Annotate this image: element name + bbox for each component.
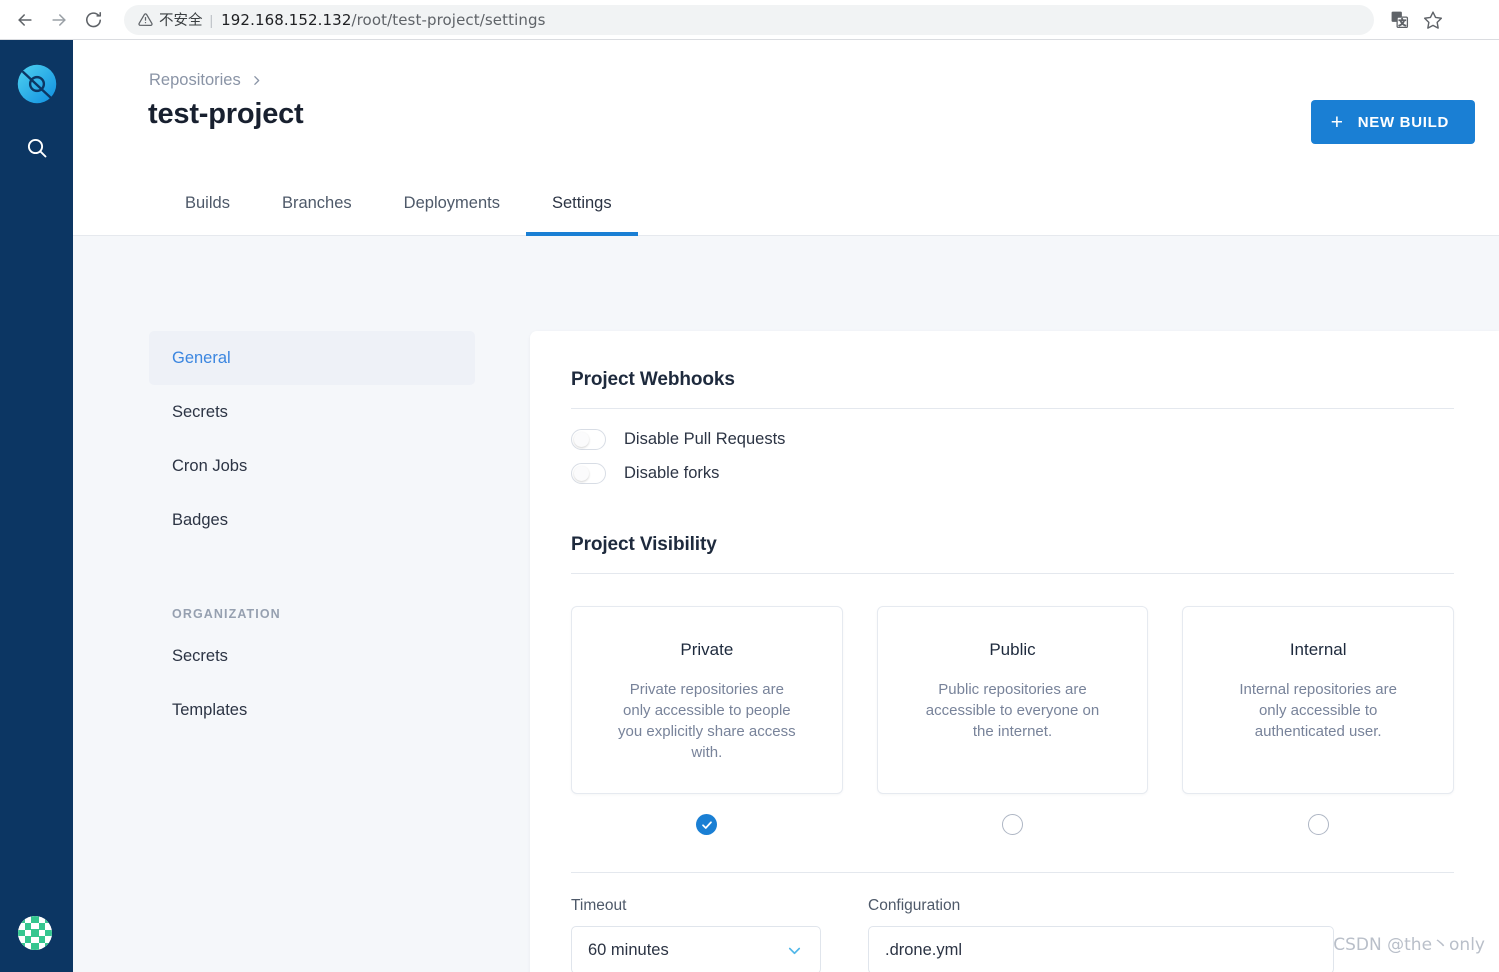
svg-text:文: 文 (1398, 18, 1405, 27)
plus-icon: + (1330, 110, 1344, 134)
reload-button[interactable] (76, 3, 110, 37)
timeout-label: Timeout (571, 897, 627, 914)
visibility-card-public-description: Public repositories are accessible to ev… (925, 681, 1100, 740)
settings-sidebar: General Secrets Cron Jobs Badges ORGANIZ… (149, 331, 475, 737)
timeout-select[interactable]: 60 minutes (571, 926, 821, 972)
address-bar[interactable]: 不安全 | 192.168.152.132/root/test-project/… (124, 4, 1374, 35)
drone-logo[interactable] (15, 62, 59, 106)
sidebar-item-general[interactable]: General (149, 331, 475, 385)
tab-deployments-label: Deployments (403, 194, 500, 212)
omnibox-separator: | (209, 11, 214, 28)
configuration-input-value: .drone.yml (885, 940, 963, 959)
chevron-down-icon (785, 941, 804, 960)
sidebar-item-secrets[interactable]: Secrets (149, 385, 475, 439)
url-host: 192.168.152.132 (221, 10, 352, 29)
forward-arrow-icon (52, 13, 66, 26)
new-build-label: NEW BUILD (1357, 113, 1449, 131)
radio-internal[interactable] (1307, 814, 1329, 835)
forward-button[interactable] (42, 3, 76, 37)
visibility-card-internal[interactable]: Internal Internal repositories are only … (1182, 606, 1455, 794)
repo-tabs: Builds Branches Deployments Settings (73, 172, 1499, 236)
sidebar-item-secrets-label: Secrets (172, 402, 228, 421)
page-title: test-project (148, 98, 304, 130)
back-button[interactable] (8, 3, 42, 37)
visibility-card-internal-description: Internal repositories are only accessibl… (1239, 681, 1397, 740)
tab-branches-label: Branches (281, 194, 352, 212)
tab-settings[interactable]: Settings (525, 172, 638, 236)
tab-builds[interactable]: Builds (159, 172, 256, 235)
browser-actions: G 文 (1384, 5, 1458, 35)
tab-settings-label: Settings (551, 194, 612, 212)
sidebar-item-org-templates[interactable]: Templates (149, 683, 475, 737)
reload-icon (85, 11, 101, 28)
project-visibility-heading: Project Visibility (571, 534, 717, 555)
sidebar-item-cron-jobs-label: Cron Jobs (172, 456, 248, 475)
settings-panel: Project Webhooks Disable Pull Requests D… (530, 331, 1499, 972)
sidebar-item-general-label: General (172, 348, 231, 367)
sidebar-item-badges-label: Badges (172, 510, 228, 529)
app-left-rail (0, 40, 73, 972)
sidebar-item-org-templates-label: Templates (172, 700, 248, 719)
security-status-text: 不安全 (159, 13, 203, 29)
user-avatar[interactable] (18, 916, 52, 950)
app-header: Repositories test-project + NEW BUILD (73, 40, 1499, 172)
visibility-radio-cell-private (571, 814, 843, 835)
sidebar-section-organization: ORGANIZATION (172, 607, 281, 621)
toggle-knob (574, 466, 589, 481)
breadcrumb: Repositories (149, 71, 263, 90)
not-secure-warning-icon (138, 12, 153, 27)
toggle-disable-forks-label: Disable forks (624, 464, 720, 482)
visibility-card-public[interactable]: Public Public repositories are accessibl… (876, 606, 1149, 794)
breadcrumb-repositories-link[interactable]: Repositories (149, 71, 241, 90)
toggle-disable-forks-switch[interactable] (571, 463, 606, 484)
tab-builds-label: Builds (185, 194, 230, 212)
visibility-radio-cell-internal (1182, 814, 1454, 835)
webhooks-divider (571, 408, 1454, 409)
search-icon[interactable] (23, 134, 51, 162)
new-build-button[interactable]: + NEW BUILD (1310, 100, 1475, 144)
visibility-radio-cell-public (877, 814, 1149, 835)
toggle-disable-pull-requests-switch[interactable] (571, 429, 606, 450)
visibility-card-private[interactable]: Private Private repositories are only ac… (571, 606, 843, 794)
browser-toolbar: 不安全 | 192.168.152.132/root/test-project/… (0, 0, 1499, 40)
sidebar-item-badges[interactable]: Badges (149, 493, 475, 547)
settings-content: General Secrets Cron Jobs Badges ORGANIZ… (73, 236, 1499, 972)
timeout-selected-value: 60 minutes (588, 940, 669, 959)
toggle-disable-forks[interactable]: Disable forks (571, 463, 1454, 484)
chevron-right-icon (250, 74, 263, 87)
sidebar-item-org-secrets-label: Secrets (172, 646, 228, 665)
screenshot-root: 不安全 | 192.168.152.132/root/test-project/… (0, 0, 1499, 972)
visibility-card-private-title: Private (680, 640, 734, 659)
fields-divider (571, 872, 1454, 873)
sidebar-item-cron-jobs[interactable]: Cron Jobs (149, 439, 475, 493)
configuration-field: Configuration .drone.yml (868, 897, 1334, 972)
build-settings-fields: Timeout 60 minutes Configuration .drone.… (571, 897, 1454, 972)
configuration-label: Configuration (868, 897, 961, 914)
radio-private[interactable] (696, 814, 718, 835)
url-path: /root/test-project/settings (351, 10, 546, 29)
visibility-radio-group (571, 814, 1454, 835)
back-arrow-icon (18, 13, 32, 26)
visibility-card-public-title: Public (989, 640, 1036, 659)
radio-public[interactable] (1002, 814, 1023, 835)
visibility-divider (571, 573, 1454, 574)
sidebar-item-org-secrets[interactable]: Secrets (149, 629, 475, 683)
bookmark-star-icon[interactable] (1418, 5, 1448, 35)
tab-deployments[interactable]: Deployments (378, 172, 526, 235)
toggle-disable-pull-requests[interactable]: Disable Pull Requests (571, 429, 1454, 450)
toggle-disable-pull-requests-label: Disable Pull Requests (624, 430, 786, 448)
project-webhooks-heading: Project Webhooks (571, 369, 735, 390)
translate-icon[interactable]: G 文 (1384, 5, 1414, 35)
visibility-card-private-description: Private repositories are only accessible… (618, 681, 796, 761)
timeout-field: Timeout 60 minutes (571, 897, 821, 972)
toggle-knob (574, 432, 589, 447)
visibility-card-internal-title: Internal (1289, 640, 1347, 659)
check-icon (701, 820, 712, 829)
url-text: 192.168.152.132/root/test-project/settin… (221, 11, 545, 29)
visibility-card-list: Private Private repositories are only ac… (571, 606, 1455, 794)
tab-branches[interactable]: Branches (256, 172, 378, 235)
configuration-input[interactable]: .drone.yml (868, 926, 1334, 972)
